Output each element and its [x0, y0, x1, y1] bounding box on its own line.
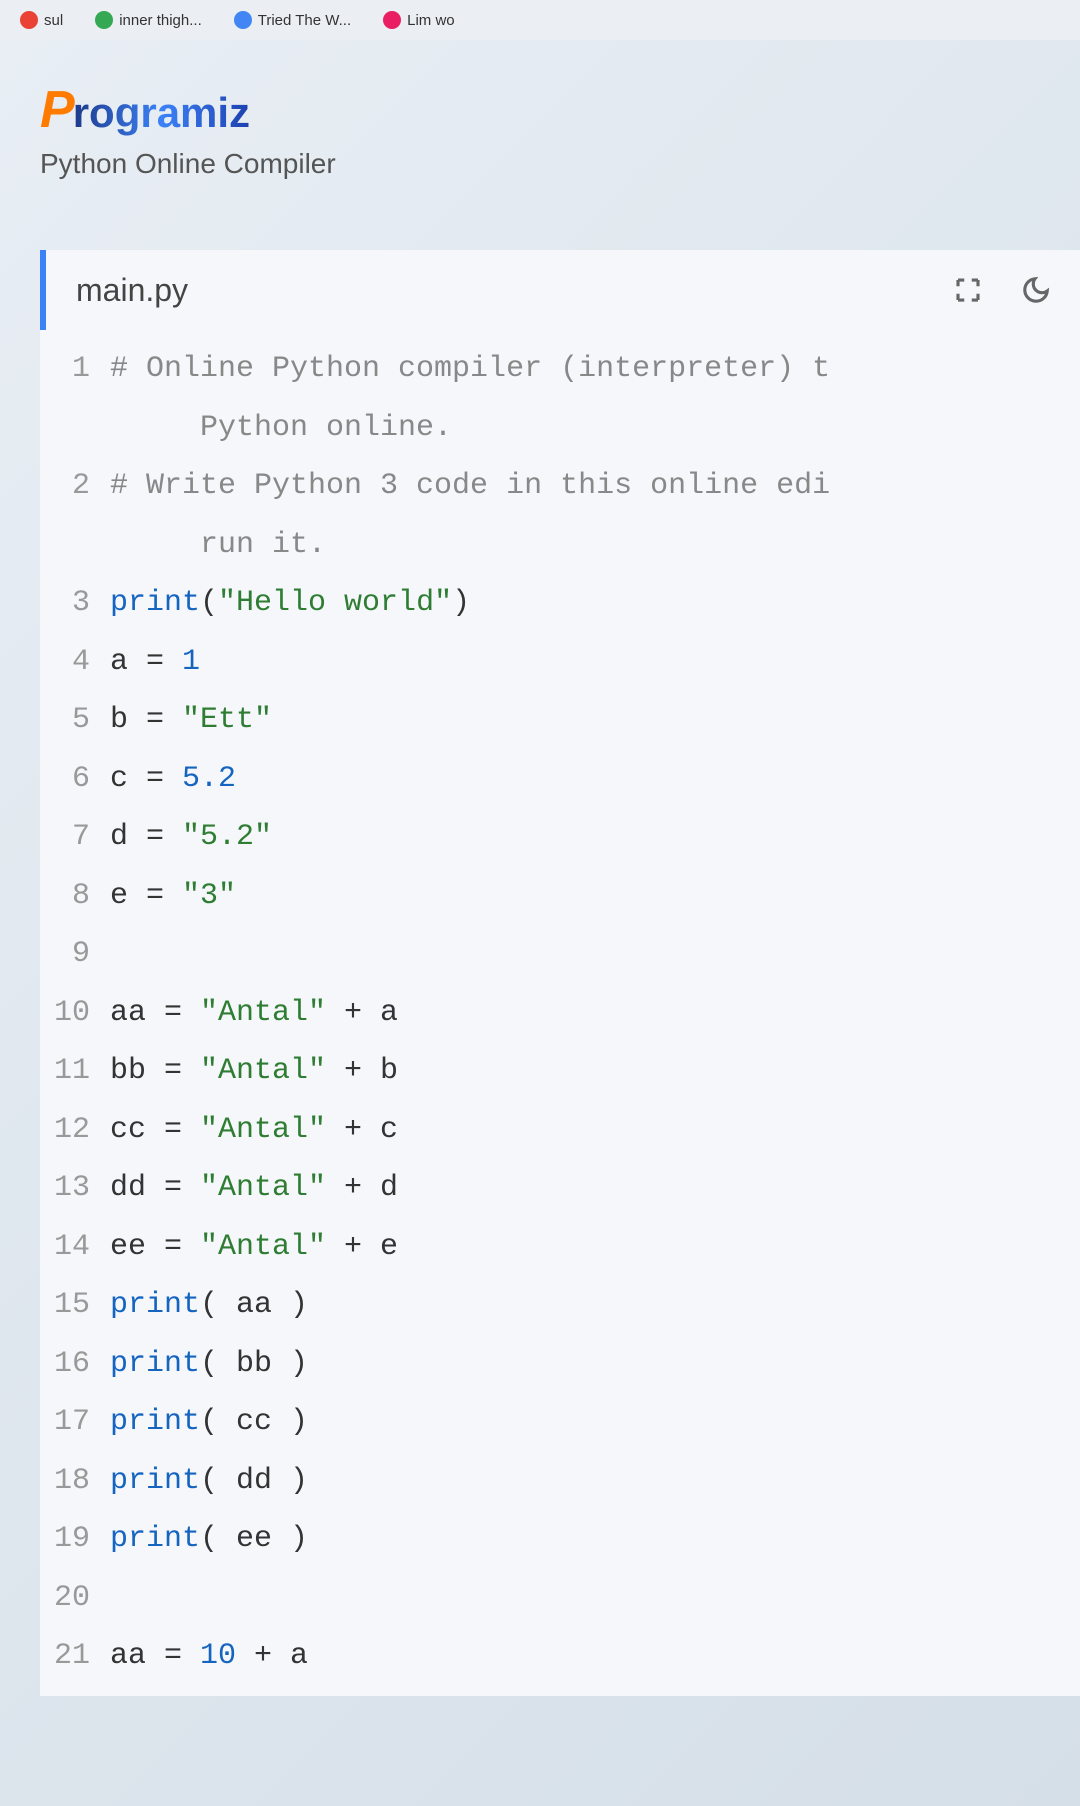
line-number: 19 — [40, 1510, 110, 1569]
tab-favicon-icon — [20, 11, 38, 29]
line-number: 13 — [40, 1159, 110, 1218]
browser-tab[interactable]: Lim wo — [371, 5, 467, 35]
code-line: 20 — [40, 1569, 1080, 1628]
tab-favicon-icon — [95, 11, 113, 29]
line-number: 9 — [40, 925, 110, 984]
line-number: 8 — [40, 867, 110, 926]
line-content: # Write Python 3 code in this online edi — [110, 457, 1080, 516]
expand-button[interactable] — [944, 266, 992, 314]
tab-label: inner thigh... — [119, 12, 202, 29]
line-content: run it. — [110, 516, 1080, 575]
code-line: 13dd = "Antal" + d — [40, 1159, 1080, 1218]
moon-icon — [1021, 275, 1051, 305]
line-number: 20 — [40, 1569, 110, 1628]
code-editor[interactable]: 1# Online Python compiler (interpreter) … — [40, 330, 1080, 1696]
line-content: b = "Ett" — [110, 691, 1080, 750]
line-content: print( bb ) — [110, 1335, 1080, 1394]
code-line: 15print( aa ) — [40, 1276, 1080, 1335]
code-line: 6c = 5.2 — [40, 750, 1080, 809]
code-line: 1# Online Python compiler (interpreter) … — [40, 340, 1080, 399]
line-content: print( ee ) — [110, 1510, 1080, 1569]
filename: main.py — [76, 272, 188, 309]
line-number: 3 — [40, 574, 110, 633]
line-number: 5 — [40, 691, 110, 750]
code-line: 16print( bb ) — [40, 1335, 1080, 1394]
code-line: 19print( ee ) — [40, 1510, 1080, 1569]
line-number: 1 — [40, 340, 110, 399]
tab-label: Lim wo — [407, 12, 455, 29]
expand-icon — [953, 275, 983, 305]
line-content: bb = "Antal" + b — [110, 1042, 1080, 1101]
code-line: 18print( dd ) — [40, 1452, 1080, 1511]
line-number: 18 — [40, 1452, 110, 1511]
browser-tab[interactable]: Tried The W... — [222, 5, 363, 35]
line-content: print("Hello world") — [110, 574, 1080, 633]
browser-tabs: sul inner thigh... Tried The W... Lim wo — [0, 0, 1080, 40]
line-number: 15 — [40, 1276, 110, 1335]
tab-label: Tried The W... — [258, 12, 351, 29]
editor-container: main.py 1# Online Python compiler (inter… — [40, 250, 1080, 1696]
code-line: run it. — [40, 516, 1080, 575]
line-content: # Online Python compiler (interpreter) t — [110, 340, 1080, 399]
code-line: 17print( cc ) — [40, 1393, 1080, 1452]
line-number: 4 — [40, 633, 110, 692]
browser-tab[interactable]: sul — [8, 5, 75, 35]
line-content: print( cc ) — [110, 1393, 1080, 1452]
code-line: 10aa = "Antal" + a — [40, 984, 1080, 1043]
code-line: 4a = 1 — [40, 633, 1080, 692]
code-line: Python online. — [40, 399, 1080, 458]
line-content: Python online. — [110, 399, 1080, 458]
line-number: 2 — [40, 457, 110, 516]
line-content: ee = "Antal" + e — [110, 1218, 1080, 1277]
line-content: d = "5.2" — [110, 808, 1080, 867]
line-content: aa = "Antal" + a — [110, 984, 1080, 1043]
line-number: 11 — [40, 1042, 110, 1101]
line-number: 6 — [40, 750, 110, 809]
theme-button[interactable] — [1012, 266, 1060, 314]
tab-favicon-icon — [234, 11, 252, 29]
line-number: 10 — [40, 984, 110, 1043]
code-line: 3print("Hello world") — [40, 574, 1080, 633]
page-header: P rogramiz Python Online Compiler — [0, 40, 1080, 200]
logo: P rogramiz — [40, 80, 1040, 140]
browser-tab[interactable]: inner thigh... — [83, 5, 214, 35]
page-subtitle: Python Online Compiler — [40, 148, 1040, 180]
code-line: 9 — [40, 925, 1080, 984]
code-line: 12cc = "Antal" + c — [40, 1101, 1080, 1160]
editor-header: main.py — [40, 250, 1080, 330]
line-content: a = 1 — [110, 633, 1080, 692]
editor-actions — [944, 266, 1060, 314]
code-line: 5b = "Ett" — [40, 691, 1080, 750]
line-content: print( dd ) — [110, 1452, 1080, 1511]
code-line: 8e = "3" — [40, 867, 1080, 926]
line-content: print( aa ) — [110, 1276, 1080, 1335]
line-number: 16 — [40, 1335, 110, 1394]
tab-label: sul — [44, 12, 63, 29]
logo-text: rogramiz — [73, 89, 250, 137]
line-number: 21 — [40, 1627, 110, 1686]
code-line: 2# Write Python 3 code in this online ed… — [40, 457, 1080, 516]
tab-favicon-icon — [383, 11, 401, 29]
line-number: 7 — [40, 808, 110, 867]
line-content: c = 5.2 — [110, 750, 1080, 809]
logo-letter-p: P — [40, 80, 75, 140]
line-number: 12 — [40, 1101, 110, 1160]
line-content: aa = 10 + a — [110, 1627, 1080, 1686]
line-content: dd = "Antal" + d — [110, 1159, 1080, 1218]
code-line: 21aa = 10 + a — [40, 1627, 1080, 1686]
line-number: 17 — [40, 1393, 110, 1452]
line-content: e = "3" — [110, 867, 1080, 926]
code-line: 14ee = "Antal" + e — [40, 1218, 1080, 1277]
code-line: 11bb = "Antal" + b — [40, 1042, 1080, 1101]
code-line: 7d = "5.2" — [40, 808, 1080, 867]
line-number: 14 — [40, 1218, 110, 1277]
line-content: cc = "Antal" + c — [110, 1101, 1080, 1160]
